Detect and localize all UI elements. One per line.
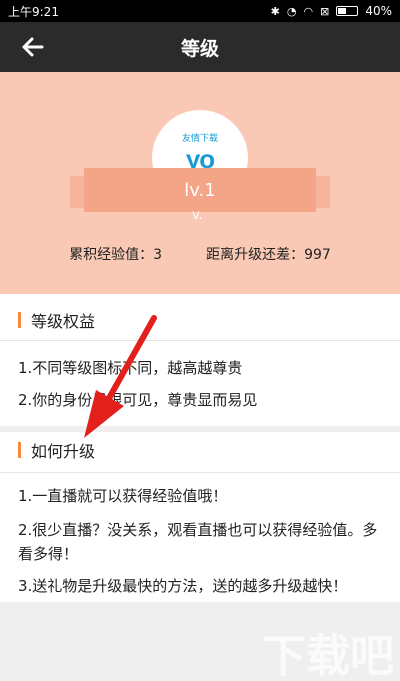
list-item: 1.不同等级图标不同，越高越尊贵 — [18, 359, 243, 377]
level-sub-label: v. — [192, 208, 203, 223]
page-title: 等级 — [180, 37, 219, 60]
back-button[interactable] — [20, 34, 46, 60]
list-item: 3.送礼物是升级最快的方法，送的越多升级越快！ — [18, 577, 348, 595]
list-item: 2.很少直播？没关系，观看直播也可以获得经验值。多看多得！ — [18, 521, 378, 563]
list-item: 1.一直播就可以获得经验值哦！ — [18, 487, 228, 505]
section-marker — [18, 442, 21, 458]
status-bar: 上午9:21 ✱ ◔ ◠ ⊠ 40% — [0, 0, 400, 22]
status-time: 上午9:21 — [8, 4, 59, 19]
upgrade-header: 如何升级 — [0, 430, 400, 470]
level-ribbon: lv.1 — [84, 168, 316, 212]
battery-percent: 40% — [365, 4, 392, 18]
status-icons: ✱ ◔ ◠ ⊠ 40% — [271, 4, 392, 18]
arrow-left-icon — [22, 37, 44, 57]
level-label: lv.1 — [184, 179, 216, 201]
logo-tag: 友情下载 — [181, 134, 218, 144]
no-sim-icon: ⊠ — [320, 4, 330, 18]
watermark: 下载吧 — [262, 631, 394, 681]
divider — [0, 340, 400, 341]
mute-icon: ◔ — [286, 4, 297, 18]
battery-icon — [336, 6, 359, 16]
upgrade-title: 如何升级 — [31, 442, 96, 461]
battery-fill — [338, 8, 347, 14]
divider — [0, 472, 400, 473]
exp-to-next: 距离升级还差：997 — [206, 247, 331, 263]
section-marker — [18, 312, 21, 328]
experience-row: 累积经验值：3 距离升级还差：997 — [0, 244, 400, 268]
exp-value: 累积经验值：3 — [69, 247, 163, 263]
wifi-icon: ◠ — [303, 4, 314, 18]
nav-bar: 等级 — [0, 22, 400, 72]
benefits-header: 等级权益 — [0, 300, 400, 340]
list-item: 2.你的身份显眼可见，尊贵显而易见 — [18, 391, 258, 409]
bluetooth-icon: ✱ — [270, 4, 280, 18]
benefits-title: 等级权益 — [31, 312, 96, 331]
